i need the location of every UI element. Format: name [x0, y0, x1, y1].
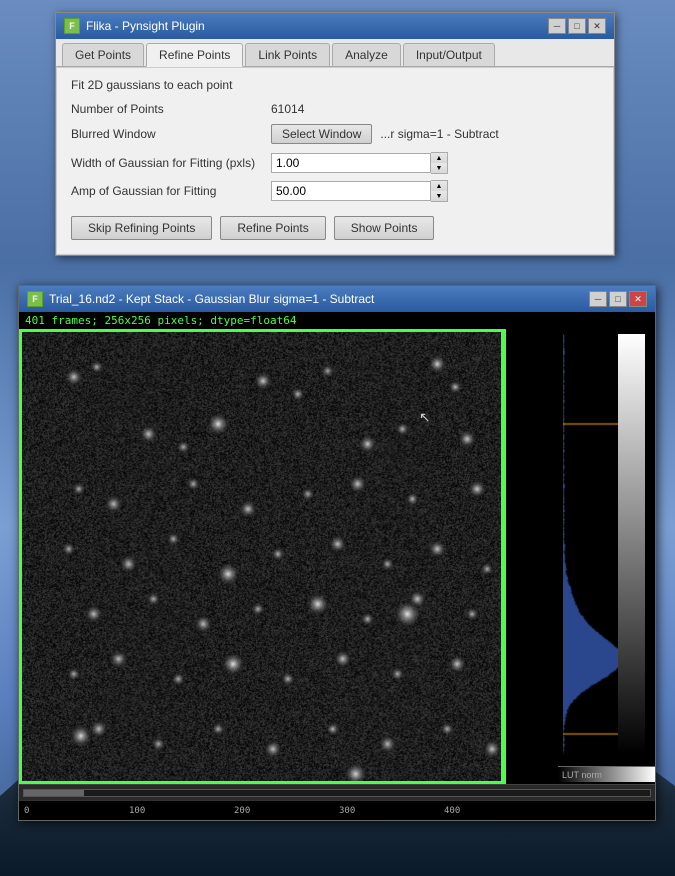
refine-points-button[interactable]: Refine Points [220, 216, 325, 240]
tabs-bar: Get Points Refine Points Link Points Ana… [56, 39, 614, 67]
maximize-button[interactable]: □ [568, 18, 586, 34]
green-border-left [19, 329, 22, 784]
lut-label: LUT norm [562, 770, 602, 780]
section-title: Fit 2D gaussians to each point [71, 78, 599, 92]
amp-gaussian-up[interactable]: ▲ [431, 181, 447, 191]
green-border-bottom [19, 781, 504, 784]
tab-input-output[interactable]: Input/Output [403, 43, 495, 66]
number-of-points-value: 61014 [271, 102, 304, 116]
minimize-button[interactable]: ─ [548, 18, 566, 34]
width-gaussian-up[interactable]: ▲ [431, 153, 447, 163]
image-titlebar-left: F Trial_16.nd2 - Kept Stack - Gaussian B… [27, 291, 374, 307]
plugin-titlebar: F Flika - Pynsight Plugin ─ □ ✕ [56, 13, 614, 39]
plugin-title: Flika - Pynsight Plugin [86, 19, 205, 33]
image-titlebar: F Trial_16.nd2 - Kept Stack - Gaussian B… [19, 286, 655, 312]
image-title: Trial_16.nd2 - Kept Stack - Gaussian Blu… [49, 292, 374, 306]
scrollbar-area [19, 784, 655, 800]
image-content: ↖ 80 60 40 20 0 -20 LUT norm [19, 329, 655, 784]
blurred-window-label: Blurred Window [71, 127, 271, 141]
histogram-canvas [563, 334, 618, 754]
amp-gaussian-input[interactable] [271, 181, 431, 201]
scrollbar-track[interactable] [23, 789, 651, 797]
x-label-100: 100 [129, 806, 145, 816]
image-main: ↖ [19, 329, 558, 784]
image-window: F Trial_16.nd2 - Kept Stack - Gaussian B… [18, 285, 656, 821]
amp-gaussian-down[interactable]: ▼ [431, 191, 447, 201]
skip-refining-button[interactable]: Skip Refining Points [71, 216, 212, 240]
image-close-button[interactable]: ✕ [629, 291, 647, 307]
x-label-300: 300 [339, 806, 355, 816]
select-window-button[interactable]: Select Window [271, 124, 372, 144]
x-axis-bar: 0 100 200 300 400 [19, 800, 655, 820]
image-app-icon: F [27, 291, 43, 307]
close-button[interactable]: ✕ [588, 18, 606, 34]
app-icon: F [64, 18, 80, 34]
image-info-bar: 401 frames; 256x256 pixels; dtype=float6… [19, 312, 655, 329]
lut-bar: LUT norm [558, 766, 655, 782]
titlebar-left: F Flika - Pynsight Plugin [64, 18, 205, 34]
tab-analyze[interactable]: Analyze [332, 43, 401, 66]
width-gaussian-row: Width of Gaussian for Fitting (pxls) ▲ ▼ [71, 152, 599, 174]
width-gaussian-spinner: ▲ ▼ [271, 152, 448, 174]
x-label-0: 0 [24, 806, 29, 816]
image-minimize-button[interactable]: ─ [589, 291, 607, 307]
histogram-gradient [615, 334, 645, 754]
microscopy-canvas [19, 329, 504, 784]
width-gaussian-input[interactable] [271, 153, 431, 173]
tab-get-points[interactable]: Get Points [62, 43, 144, 66]
number-of-points-row: Number of Points 61014 [71, 102, 599, 116]
tab-refine-points[interactable]: Refine Points [146, 43, 243, 67]
tab-link-points[interactable]: Link Points [245, 43, 330, 66]
cursor-indicator: ↖ [419, 409, 431, 423]
amp-gaussian-label: Amp of Gaussian for Fitting [71, 184, 271, 198]
amp-gaussian-row: Amp of Gaussian for Fitting ▲ ▼ [71, 180, 599, 202]
width-gaussian-spinner-buttons: ▲ ▼ [431, 152, 448, 174]
width-gaussian-label: Width of Gaussian for Fitting (pxls) [71, 156, 271, 170]
x-label-400: 400 [444, 806, 460, 816]
number-of-points-label: Number of Points [71, 102, 271, 116]
x-label-200: 200 [234, 806, 250, 816]
scrollbar-thumb [24, 790, 84, 796]
plugin-content: Fit 2D gaussians to each point Number of… [56, 67, 614, 255]
window-controls: ─ □ ✕ [548, 18, 606, 34]
green-border-top [19, 329, 504, 332]
show-points-button[interactable]: Show Points [334, 216, 435, 240]
blurred-window-extra: ...r sigma=1 - Subtract [380, 127, 498, 141]
green-border-right [501, 329, 504, 784]
histogram-panel: 80 60 40 20 0 -20 LUT norm [558, 329, 655, 784]
image-window-controls: ─ □ ✕ [589, 291, 647, 307]
plugin-window: F Flika - Pynsight Plugin ─ □ ✕ Get Poin… [55, 12, 615, 256]
amp-gaussian-spinner-buttons: ▲ ▼ [431, 180, 448, 202]
blurred-window-row: Blurred Window Select Window ...r sigma=… [71, 124, 599, 144]
image-maximize-button[interactable]: □ [609, 291, 627, 307]
action-buttons: Skip Refining Points Refine Points Show … [71, 216, 599, 244]
microscopy-image[interactable]: ↖ [19, 329, 506, 784]
amp-gaussian-spinner: ▲ ▼ [271, 180, 448, 202]
width-gaussian-down[interactable]: ▼ [431, 163, 447, 173]
